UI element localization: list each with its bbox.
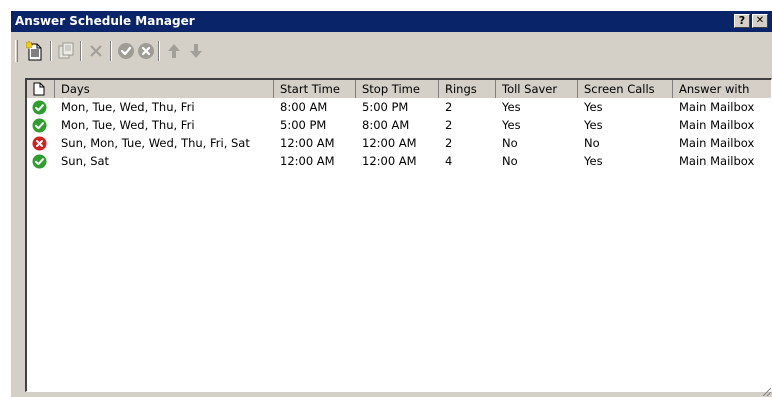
cell-answer-with: Main Mailbox xyxy=(679,118,755,132)
enabled-check-icon xyxy=(32,100,47,115)
cell-screen-calls: No xyxy=(584,136,600,150)
table-row[interactable]: Sun, Mon, Tue, Wed, Thu, Fri, Sat 12:00 A… xyxy=(27,134,771,152)
column-header-toll-saver[interactable]: Toll Saver xyxy=(496,80,578,98)
cell-rings: 4 xyxy=(445,154,453,168)
window-title: Answer Schedule Manager xyxy=(15,14,195,28)
properties-button[interactable] xyxy=(55,40,77,62)
cell-toll-saver: Yes xyxy=(502,100,521,114)
cell-start-time: 12:00 AM xyxy=(280,136,335,150)
cell-rings: 2 xyxy=(445,100,453,114)
table-row[interactable]: Mon, Tue, Wed, Thu, Fri 8:00 AM 5:00 PM 2 Ye… xyxy=(27,98,771,116)
move-down-button[interactable] xyxy=(185,40,207,62)
cell-stop-time: 5:00 PM xyxy=(362,100,409,114)
cell-rings: 2 xyxy=(445,136,453,150)
delete-icon xyxy=(90,45,102,57)
close-button[interactable]: ✕ xyxy=(752,14,768,28)
cell-answer-with: Main Mailbox xyxy=(679,100,755,114)
arrow-up-icon xyxy=(168,44,180,58)
schedule-list[interactable]: Days Start Time Stop Time Rings Toll Sav… xyxy=(25,78,772,392)
arrow-down-icon xyxy=(190,44,202,58)
toolbar-grip[interactable] xyxy=(15,40,18,62)
cell-start-time: 5:00 PM xyxy=(280,118,327,132)
properties-icon xyxy=(58,42,74,59)
cell-days: Mon, Tue, Wed, Thu, Fri xyxy=(61,118,195,132)
cell-start-time: 12:00 AM xyxy=(280,154,335,168)
column-header-status[interactable] xyxy=(27,80,55,98)
column-header-answer-with[interactable]: Answer with xyxy=(673,80,771,98)
disable-icon xyxy=(138,43,154,59)
disabled-x-icon xyxy=(32,136,47,151)
cell-stop-time: 8:00 AM xyxy=(362,118,410,132)
cell-rings: 2 xyxy=(445,118,453,132)
check-icon xyxy=(118,43,134,59)
cell-start-time: 8:00 AM xyxy=(280,100,328,114)
move-up-button[interactable] xyxy=(163,40,185,62)
toolbar-separator xyxy=(158,41,160,61)
enabled-check-icon xyxy=(32,154,47,169)
column-header-days[interactable]: Days xyxy=(55,80,274,98)
help-button[interactable]: ? xyxy=(734,14,750,28)
cell-toll-saver: Yes xyxy=(502,118,521,132)
new-document-icon xyxy=(26,41,42,61)
cell-toll-saver: No xyxy=(502,136,518,150)
column-header-stop-time[interactable]: Stop Time xyxy=(356,80,439,98)
table-row[interactable]: Sun, Sat 12:00 AM 12:00 AM 4 No Yes Main Mailb… xyxy=(27,152,771,170)
enable-button[interactable] xyxy=(115,40,137,62)
cell-stop-time: 12:00 AM xyxy=(362,154,417,168)
column-header-start-time[interactable]: Start Time xyxy=(274,80,356,98)
cell-days: Sun, Sat xyxy=(61,154,110,168)
cell-toll-saver: No xyxy=(502,154,518,168)
enabled-check-icon xyxy=(32,118,47,133)
toolbar-separator xyxy=(80,41,82,61)
resize-grip-icon[interactable] xyxy=(760,385,772,397)
answer-schedule-dialog: Answer Schedule Manager ? ✕ Days Start T… xyxy=(10,10,772,397)
new-schedule-button[interactable] xyxy=(24,40,46,62)
column-header-screen-calls[interactable]: Screen Calls xyxy=(578,80,673,98)
toolbar-separator xyxy=(50,41,52,61)
cell-answer-with: Main Mailbox xyxy=(679,136,755,150)
column-header-rings[interactable]: Rings xyxy=(439,80,496,98)
cell-answer-with: Main Mailbox xyxy=(679,154,755,168)
toolbar-separator xyxy=(110,41,112,61)
cell-stop-time: 12:00 AM xyxy=(362,136,417,150)
toolbar xyxy=(11,32,772,66)
cell-screen-calls: Yes xyxy=(584,118,603,132)
disable-button[interactable] xyxy=(135,40,157,62)
delete-button[interactable] xyxy=(85,40,107,62)
title-bar[interactable]: Answer Schedule Manager ? ✕ xyxy=(11,11,772,32)
column-header-row: Days Start Time Stop Time Rings Toll Sav… xyxy=(27,80,771,98)
cell-days: Sun, Mon, Tue, Wed, Thu, Fri, Sat xyxy=(61,136,250,150)
cell-screen-calls: Yes xyxy=(584,100,603,114)
table-row[interactable]: Mon, Tue, Wed, Thu, Fri 5:00 PM 8:00 AM 2 Ye… xyxy=(27,116,771,134)
cell-screen-calls: Yes xyxy=(584,154,603,168)
document-icon xyxy=(33,82,45,96)
cell-days: Mon, Tue, Wed, Thu, Fri xyxy=(61,100,195,114)
